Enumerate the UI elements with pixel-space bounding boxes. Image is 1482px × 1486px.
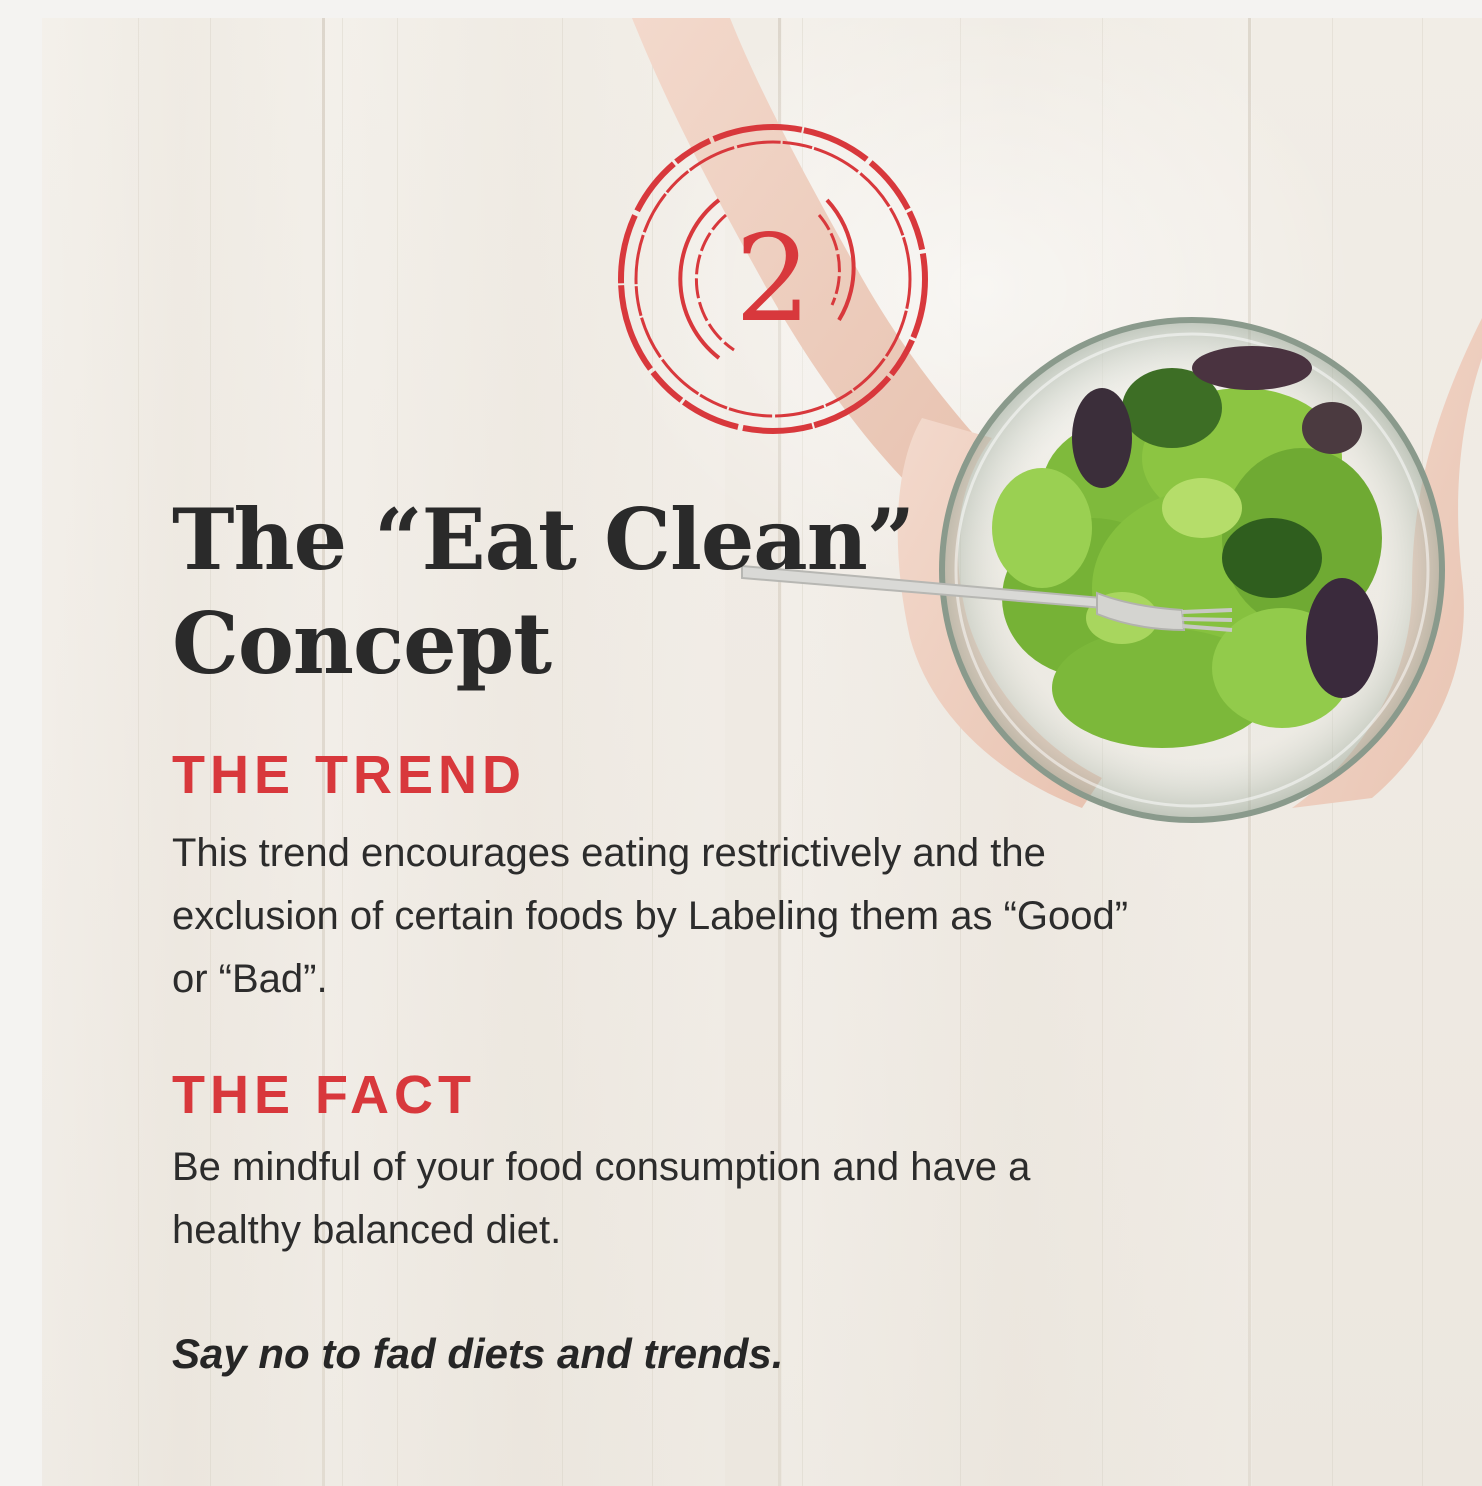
title-line-2: Concept [172, 594, 552, 693]
stamp-number: 2 [735, 210, 811, 349]
number-two-stamp: 2 [618, 124, 928, 434]
content-block: The “Eat Clean” Concept THE TREND This t… [172, 488, 1172, 1377]
title-line-1: The “Eat Clean” [172, 490, 915, 589]
trend-description: This trend encourages eating restrictive… [172, 831, 1129, 1001]
fact-description: Be mindful of your food consumption and … [172, 1145, 1031, 1252]
page-title: The “Eat Clean” Concept [172, 488, 1172, 696]
fact-heading: THE FACT [172, 1065, 476, 1125]
infographic-card: 2 The “Eat Clean” Concept THE TREND This… [42, 18, 1482, 1486]
tagline: Say no to fad diets and trends. [172, 1330, 784, 1377]
trend-heading: THE TREND [172, 745, 526, 805]
